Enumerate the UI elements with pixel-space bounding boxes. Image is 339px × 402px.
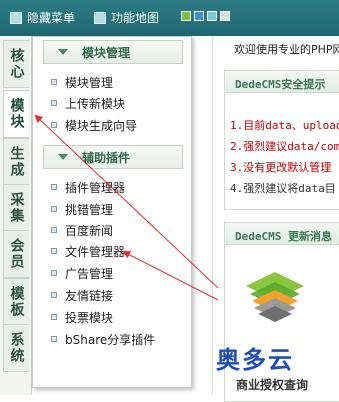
- annotation-arrow-to-file-manager: [122, 251, 219, 301]
- annotation-arrow-to-modules-tab: [34, 114, 219, 289]
- annotation-arrows: [34, 114, 219, 301]
